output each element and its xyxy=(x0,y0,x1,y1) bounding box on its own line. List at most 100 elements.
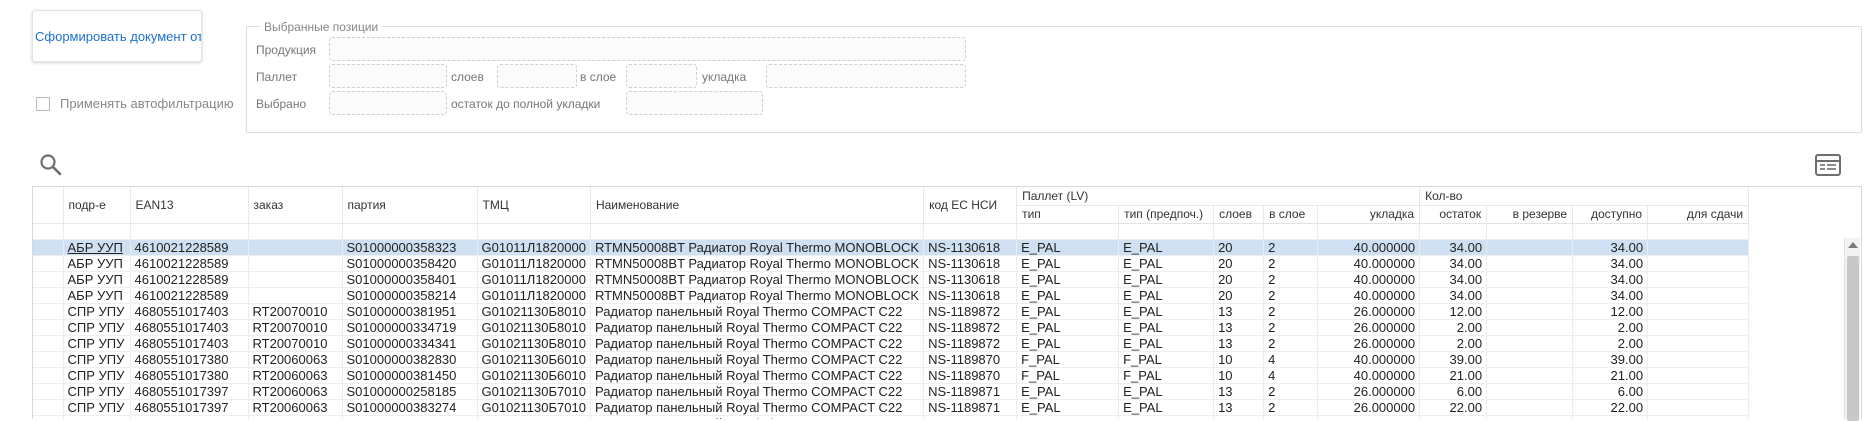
cell-type-pref[interactable]: E_PAL xyxy=(1118,415,1215,419)
table-row[interactable]: СПР УПУ 4680551017403 RT20070010 S010000003… xyxy=(33,335,1750,352)
vertical-scrollbar[interactable] xyxy=(1844,238,1860,421)
col-header-for-delivery[interactable]: для сдачи xyxy=(1647,205,1750,224)
cell-reserved[interactable] xyxy=(1486,335,1574,352)
cell-layers[interactable]: 20 xyxy=(1213,271,1265,288)
cell-layers[interactable]: 10 xyxy=(1213,351,1265,368)
cell-code[interactable]: NS-1130618 xyxy=(923,255,1018,272)
cell-layers[interactable]: 18 xyxy=(1213,415,1265,419)
filter-code[interactable] xyxy=(923,223,1018,240)
cell-stacking[interactable]: 26.000000 xyxy=(1317,399,1421,416)
cell-remainder[interactable]: 12.00 xyxy=(1419,303,1488,320)
col-header-stacking[interactable]: укладка xyxy=(1317,205,1421,224)
cell-remainder[interactable]: 34.00 xyxy=(1419,271,1488,288)
cell-per-layer[interactable]: 2 xyxy=(1263,255,1319,272)
cell-order[interactable]: RT20060063 xyxy=(248,351,343,368)
cell-reserved[interactable] xyxy=(1486,383,1574,400)
cell-layers[interactable]: 13 xyxy=(1213,319,1265,336)
cell-name[interactable]: Радиатор панельный Royal Thermo COMPACT … xyxy=(590,367,925,384)
cell-batch[interactable]: S01000000381450 xyxy=(342,367,478,384)
filter-layers[interactable] xyxy=(1213,223,1265,240)
cell-type[interactable]: E_PAL xyxy=(1016,335,1120,352)
cell-ean[interactable]: 4680551017403 xyxy=(130,335,249,352)
cell-name[interactable]: Радиатор панельный Royal Thermo COMPACT … xyxy=(590,351,925,368)
cell-podr[interactable]: АБР УУП xyxy=(63,255,131,272)
cell-remainder[interactable]: 6.00 xyxy=(1419,383,1488,400)
cell-remainder[interactable]: 21.00 xyxy=(1419,367,1488,384)
cell-available[interactable]: 22.00 xyxy=(1572,399,1649,416)
cell-per-layer[interactable]: 4 xyxy=(1263,351,1319,368)
cell-type[interactable]: F_PAL xyxy=(1016,367,1120,384)
filter-order[interactable] xyxy=(248,223,343,240)
col-header-tmc[interactable]: ТМЦ xyxy=(477,187,591,224)
cell-stacking[interactable]: 40.000000 xyxy=(1317,287,1421,304)
cell-reserved[interactable]: 1.00 xyxy=(1486,415,1574,419)
cell-code[interactable]: NS-1189872 xyxy=(923,319,1018,336)
cell-name[interactable]: RTMN50008BT Радиатор Royal Thermo MONOBL… xyxy=(590,287,925,304)
cell-name[interactable]: Радиатор панельный Royal Thermo COMPACT … xyxy=(590,383,925,400)
cell-available[interactable]: 34.00 xyxy=(1572,271,1649,288)
cell-batch[interactable]: S01000000334341 xyxy=(342,335,478,352)
cell-order[interactable] xyxy=(248,255,343,272)
cell-type-pref[interactable]: E_PAL xyxy=(1118,255,1215,272)
cell-per-layer[interactable]: 2 xyxy=(1263,239,1319,256)
cell-batch[interactable]: S01000000358214 xyxy=(342,287,478,304)
cell-tmc[interactable]: G01021130Б8010 xyxy=(477,335,591,352)
cell-stacking[interactable]: 26.000000 xyxy=(1317,303,1421,320)
cell-reserved[interactable] xyxy=(1486,239,1574,256)
table-settings-icon[interactable] xyxy=(1815,154,1841,176)
row-selector[interactable] xyxy=(33,271,64,288)
cell-remainder[interactable]: 2.00 xyxy=(1419,319,1488,336)
cell-reserved[interactable] xyxy=(1486,319,1574,336)
cell-reserved[interactable] xyxy=(1486,303,1574,320)
cell-stacking[interactable]: 40.000000 xyxy=(1317,367,1421,384)
cell-code[interactable]: NS-1189679 xyxy=(923,415,1018,419)
cell-stacking[interactable]: 40.000000 xyxy=(1317,271,1421,288)
cell-type[interactable]: E_PAL xyxy=(1016,383,1120,400)
cell-batch[interactable]: S01000000383274 xyxy=(342,399,478,416)
cell-podr[interactable]: СПР УПУ xyxy=(63,399,131,416)
cell-name[interactable]: RTMN50008BT Радиатор Royal Thermo MONOBL… xyxy=(590,239,925,256)
cell-tmc[interactable]: G01021130Б7010 xyxy=(477,383,591,400)
cell-type-pref[interactable]: F_PAL xyxy=(1118,367,1215,384)
cell-type[interactable]: E_PAL xyxy=(1016,271,1120,288)
row-selector[interactable] xyxy=(33,239,64,256)
col-header-reserved[interactable]: в резерве xyxy=(1486,205,1574,224)
cell-code[interactable]: NS-1130618 xyxy=(923,239,1018,256)
cell-stacking[interactable]: 72.000000 xyxy=(1317,415,1421,419)
scrollbar-thumb[interactable] xyxy=(1847,256,1859,421)
filter-for-delivery[interactable] xyxy=(1647,223,1750,240)
cell-name[interactable]: Радиатор панельный Royal Thermo COMPACT … xyxy=(590,415,925,419)
row-selector[interactable] xyxy=(33,303,64,320)
pallet-field[interactable] xyxy=(329,64,447,88)
cell-reserved[interactable] xyxy=(1486,367,1574,384)
cell-type-pref[interactable]: E_PAL xyxy=(1118,239,1215,256)
cell-type-pref[interactable]: E_PAL xyxy=(1118,303,1215,320)
cell-per-layer[interactable]: 4 xyxy=(1263,415,1319,419)
col-header-type[interactable]: тип xyxy=(1016,205,1120,224)
cell-for-delivery[interactable] xyxy=(1647,415,1750,419)
cell-batch[interactable]: S01000000381951 xyxy=(342,303,478,320)
filter-name[interactable] xyxy=(590,223,925,240)
cell-layers[interactable]: 13 xyxy=(1213,399,1265,416)
cell-layers[interactable]: 13 xyxy=(1213,383,1265,400)
cell-remainder[interactable]: 34.00 xyxy=(1419,255,1488,272)
cell-available[interactable]: 34.00 xyxy=(1572,287,1649,304)
filter-type[interactable] xyxy=(1016,223,1120,240)
cell-remainder[interactable]: 39.00 xyxy=(1419,351,1488,368)
cell-order[interactable] xyxy=(248,239,343,256)
cell-layers[interactable]: 13 xyxy=(1213,335,1265,352)
filter-ean[interactable] xyxy=(130,223,249,240)
cell-type-pref[interactable]: E_PAL xyxy=(1118,271,1215,288)
col-header-per-layer[interactable]: в слое xyxy=(1263,205,1319,224)
cell-tmc[interactable]: G01021130Б8010 xyxy=(477,303,591,320)
cell-name[interactable]: RTMN50008BT Радиатор Royal Thermo MONOBL… xyxy=(590,255,925,272)
table-row[interactable]: СПР УПУ 4680551017380 RT20060063 S010000003… xyxy=(33,367,1750,384)
cell-available[interactable]: 6.00 xyxy=(1572,383,1649,400)
scroll-up-icon[interactable] xyxy=(1848,242,1858,248)
cell-order[interactable]: RT20060063 xyxy=(248,367,343,384)
cell-ean[interactable]: 4610021228589 xyxy=(130,271,249,288)
cell-layers[interactable]: 20 xyxy=(1213,255,1265,272)
cell-per-layer[interactable]: 2 xyxy=(1263,399,1319,416)
cell-ean[interactable]: 4680551017397 xyxy=(130,399,249,416)
cell-type[interactable]: E_PAL xyxy=(1016,239,1120,256)
